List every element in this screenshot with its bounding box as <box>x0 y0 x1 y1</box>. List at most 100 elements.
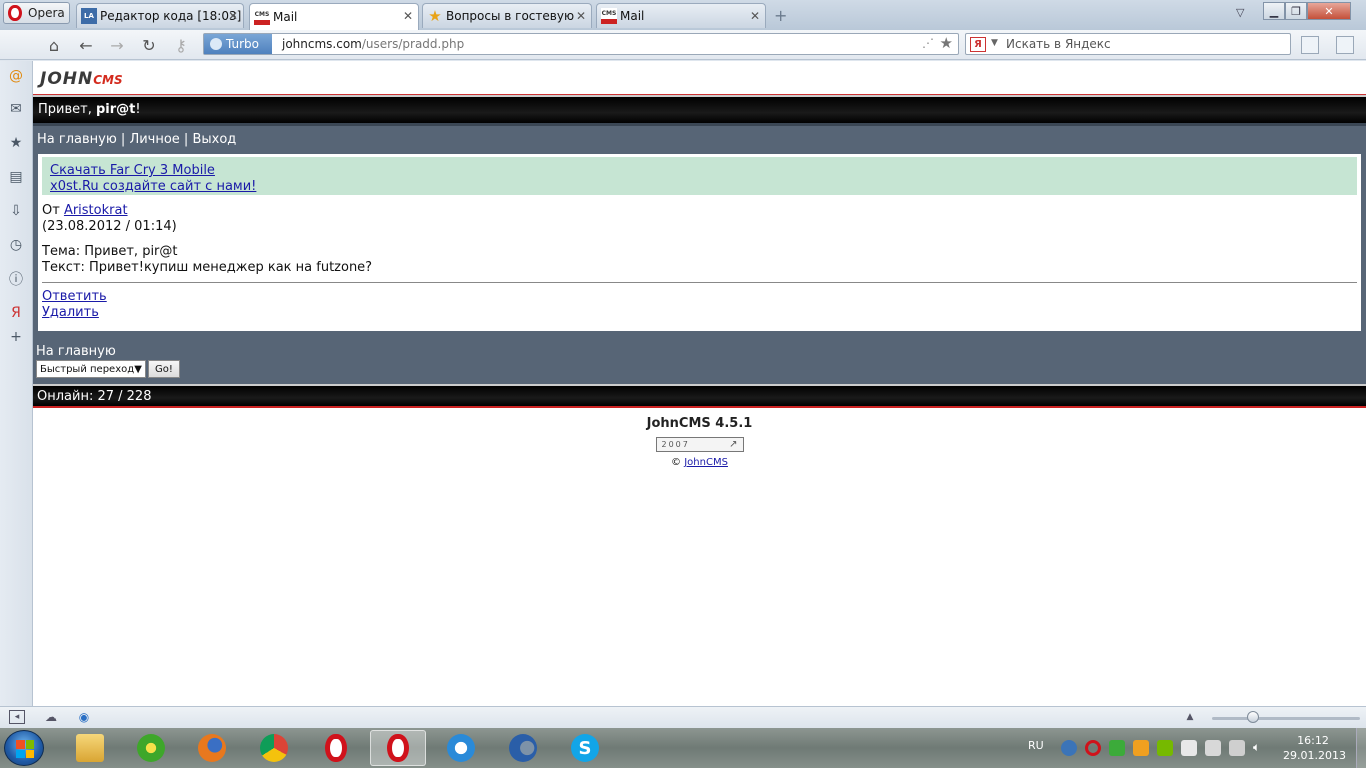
search-engine-chevron-down-icon[interactable]: ▼ <box>991 38 998 48</box>
ad-link-x0st[interactable]: x0st.Ru создайте сайт с нами! <box>50 179 256 194</box>
go-button[interactable]: Go! <box>148 360 180 378</box>
tray-network-icon[interactable] <box>1229 740 1245 756</box>
close-window-icon[interactable]: ✕ <box>1307 2 1351 20</box>
site-header: JOHNCMS <box>33 61 1366 95</box>
tab-code-editor[interactable]: LA Редактор кода [18:03] ✕ <box>76 3 244 28</box>
yandex-panel-icon[interactable]: Я <box>7 304 25 322</box>
menu-personal-link[interactable]: Личное <box>129 132 179 147</box>
start-button[interactable] <box>4 730 44 766</box>
johncms-link[interactable]: JohnCMS <box>684 457 728 468</box>
system-clock[interactable]: 16:12 29.01.2013 <box>1283 733 1346 763</box>
opera-menu-button[interactable]: Opera <box>3 2 70 24</box>
mail-at-icon[interactable]: @ <box>7 67 25 85</box>
opera-taskbar-button[interactable] <box>308 730 364 766</box>
turbo-status-icon[interactable]: ◉ <box>76 710 92 724</box>
delete-link[interactable]: Удалить <box>42 305 99 320</box>
new-tab-plus-icon[interactable]: + <box>774 6 787 25</box>
reload-icon[interactable]: ↻ <box>138 35 160 55</box>
icq-flower-icon <box>137 734 165 762</box>
tray-opera-icon[interactable] <box>1085 740 1101 756</box>
skype-taskbar-button[interactable]: S <box>557 730 613 766</box>
history-clock-icon[interactable]: ◷ <box>7 236 25 254</box>
app-taskbar-button[interactable] <box>495 730 551 766</box>
turbo-button[interactable]: Turbo <box>204 34 272 54</box>
url-text: johncms.com/users/pradd.php <box>282 37 464 51</box>
ad-link-farcry[interactable]: Скачать Far Cry 3 Mobile <box>50 163 215 178</box>
tab-mail-active[interactable]: CMS Mail ✕ <box>249 3 419 30</box>
home-icon[interactable]: ⌂ <box>43 35 65 55</box>
address-field[interactable]: Turbo johncms.com/users/pradd.php ⋰ ★ <box>203 33 959 55</box>
top-menu: На главную | Личное | Выход <box>33 123 1366 153</box>
opera-active-taskbar-button[interactable] <box>370 730 426 766</box>
close-tab-icon[interactable]: ✕ <box>750 9 760 23</box>
tab-list-chevron-icon[interactable]: ▽ <box>1236 6 1244 19</box>
chrome-taskbar-button[interactable] <box>246 730 302 766</box>
footer-home-link[interactable]: На главную <box>36 344 1363 359</box>
tab-title: Mail <box>620 9 645 23</box>
back-arrow-icon[interactable]: ← <box>75 35 97 55</box>
close-tab-icon[interactable]: ✕ <box>228 9 238 23</box>
content-wrapper: Скачать Far Cry 3 Mobile x0st.Ru создайт… <box>33 153 1366 336</box>
minimize-icon[interactable]: ▁ <box>1263 2 1285 20</box>
counter-badge[interactable]: 2007 ↗ <box>655 437 744 452</box>
tray-usb-icon[interactable] <box>1205 740 1221 756</box>
johncms-favicon-icon: CMS <box>254 9 270 25</box>
johncms-logo[interactable]: JOHNCMS <box>40 69 1366 89</box>
tab-guestbook[interactable]: ★ Вопросы в гостевую ✕ <box>422 3 592 28</box>
bookmarks-star-icon[interactable]: ★ <box>7 134 25 152</box>
menu-home-link[interactable]: На главную <box>37 132 117 147</box>
envelope-icon[interactable]: ✉ <box>7 100 25 118</box>
skype-icon: S <box>571 734 599 762</box>
bookmark-star-icon[interactable]: ★ <box>940 34 953 52</box>
extension-download-icon[interactable] <box>1336 36 1354 54</box>
rss-icon[interactable]: ⋰ <box>922 36 934 50</box>
opera-icon <box>387 734 409 762</box>
sender-link[interactable]: Aristokrat <box>64 203 128 218</box>
ie-taskbar-button[interactable] <box>433 730 489 766</box>
tray-app-icon[interactable] <box>1061 740 1077 756</box>
firefox-taskbar-button[interactable] <box>184 730 240 766</box>
panel-toggle-icon[interactable]: ◂ <box>9 710 25 724</box>
extension-document-icon[interactable] <box>1301 36 1319 54</box>
show-desktop-button[interactable] <box>1356 728 1366 768</box>
zoom-slider-track[interactable] <box>1212 717 1360 720</box>
yandex-icon[interactable]: Я <box>970 37 986 52</box>
language-indicator[interactable]: RU <box>1028 739 1044 752</box>
version-label: JohnCMS 4.5.1 <box>646 416 753 431</box>
chevron-down-icon: ▼ <box>134 363 142 375</box>
zoom-up-icon[interactable]: ▲ <box>1182 710 1198 724</box>
tab-title: Редактор кода [18:03] <box>100 9 242 23</box>
close-tab-icon[interactable]: ✕ <box>403 9 413 23</box>
tab-title: Mail <box>273 10 298 24</box>
explorer-taskbar-button[interactable] <box>62 730 118 766</box>
tray-nvidia-icon[interactable] <box>1157 740 1173 756</box>
menu-logout-link[interactable]: Выход <box>192 132 236 147</box>
firefox-icon <box>198 734 226 762</box>
footer-nav: На главную Быстрый переход ▼ Go! <box>33 336 1366 384</box>
unite-cloud-icon[interactable]: ☁ <box>43 710 59 724</box>
opera-menu-label: Opera <box>28 6 65 20</box>
reply-link[interactable]: Ответить <box>42 289 107 304</box>
clock-time: 16:12 <box>1297 734 1329 747</box>
arrow-icon: ↗ <box>729 439 740 450</box>
icq-taskbar-button[interactable] <box>123 730 179 766</box>
tray-volume-icon[interactable]: 🔈︎ <box>1253 740 1269 756</box>
key-icon[interactable]: ⚷ <box>170 35 192 55</box>
counter-text: 2007 <box>661 440 690 449</box>
tab-mail[interactable]: CMS Mail ✕ <box>596 3 766 28</box>
quick-jump-select[interactable]: Быстрый переход ▼ <box>36 360 146 378</box>
tray-shield-icon[interactable] <box>1109 740 1125 756</box>
forward-arrow-icon[interactable]: → <box>106 35 128 55</box>
zoom-slider-knob[interactable] <box>1247 711 1259 723</box>
downloads-icon[interactable]: ⇩ <box>7 202 25 220</box>
greeting-bar: Привет, pir@t! <box>33 95 1366 123</box>
notes-icon[interactable]: ▤ <box>7 168 25 186</box>
close-tab-icon[interactable]: ✕ <box>576 9 586 23</box>
add-panel-plus-icon[interactable]: + <box>7 328 25 346</box>
search-field[interactable]: Я ▼ Искать в Яндекс <box>965 33 1291 55</box>
tray-media-icon[interactable] <box>1133 740 1149 756</box>
info-icon[interactable]: ⓘ <box>7 270 25 288</box>
tray-flag-icon[interactable] <box>1181 740 1197 756</box>
star-favicon-icon: ★ <box>428 7 442 25</box>
restore-icon[interactable]: ❐ <box>1285 2 1307 20</box>
